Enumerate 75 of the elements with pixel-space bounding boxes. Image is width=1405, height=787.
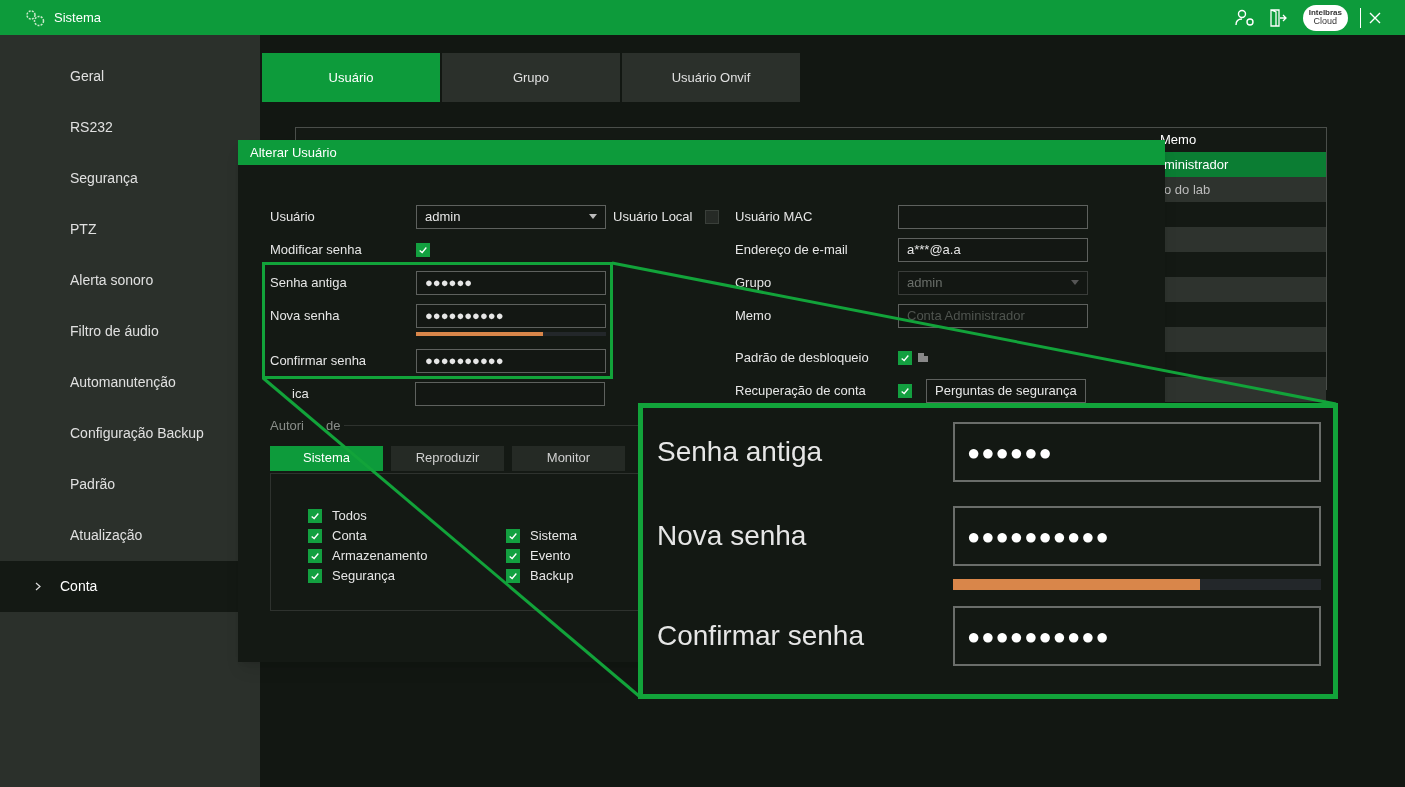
checkmark-icon [508,530,518,541]
field-label: Nova senha [270,306,341,325]
logout-icon[interactable] [1268,8,1287,27]
checkmark-icon [508,570,518,581]
field-label: Memo [735,306,773,325]
input-field[interactable]: ●●●●●● [953,422,1321,482]
checkbox[interactable] [308,508,322,523]
checkbox[interactable] [704,209,719,224]
tab[interactable]: Usuário [262,53,440,102]
permission-label: Evento [530,546,571,565]
checkbox[interactable] [506,528,520,543]
input-field[interactable]: ●●●●●●●●●● [953,606,1321,666]
cloud-logo[interactable]: Intelbras Cloud [1302,4,1348,31]
tab[interactable]: Grupo [442,53,620,102]
checkmark-icon [508,550,518,561]
checkmark-icon [310,510,320,521]
field-label: ica [292,384,309,403]
checkbox[interactable] [416,242,430,257]
checkmark-icon [310,530,320,541]
section-label: de [325,417,341,435]
window-title: Sistema [54,8,101,27]
field-label: Grupo [735,273,773,292]
section-label: Autori [270,417,304,435]
permission-label: Armazenamento [332,546,428,565]
field-label: Recuperação de conta [735,381,867,400]
chevron-right-icon [35,582,41,591]
input-field[interactable] [898,204,1088,229]
dropdown-caret-icon [589,214,597,219]
permission-label: Sistema [530,526,577,545]
field-label: Nova senha [657,519,808,553]
settings-icon [24,7,46,28]
checkbox[interactable] [308,548,322,563]
checkbox[interactable] [506,568,520,583]
permission-label: Segurança [332,566,395,585]
permission-label: Conta [332,526,367,545]
permission-label: Todos [332,506,367,525]
dialog-title: Alterar Usuário [238,140,1165,165]
input-field[interactable]: ●●●●●●●●●● [953,506,1321,566]
checkmark-icon [418,244,428,255]
input-field[interactable]: ●●●●●●●●●● [416,303,606,328]
close-icon[interactable] [1369,11,1381,24]
user-settings-icon[interactable] [1234,8,1257,27]
checkmark-icon [310,570,320,581]
tab[interactable]: Sistema [270,445,383,471]
dropdown-field[interactable]: admin [416,204,606,229]
field-label: Usuário [270,207,316,226]
input-field[interactable]: ●●●●●● [416,270,606,295]
field-label: Confirmar senha [657,619,865,653]
checkmark-icon [310,550,320,561]
checkbox[interactable] [506,548,520,563]
field-label: Senha antiga [657,435,824,469]
field-label: Modificar senha [270,240,363,259]
field-label: Senha antiga [270,273,348,292]
tab[interactable]: Reproduzir [391,445,504,471]
input-field[interactable]: ●●●●●●●●●● [416,348,606,373]
checkmark-icon [900,385,910,396]
field-label: Endereço de e-mail [735,240,849,259]
permission-label: Backup [530,566,574,585]
tab[interactable]: Usuário Onvif [622,53,800,102]
checkbox[interactable] [898,350,912,365]
checkbox[interactable] [308,528,322,543]
checkmark-icon [900,352,910,363]
field-label: Padrão de desbloqueio [735,348,870,367]
tab[interactable]: Monitor [512,445,625,471]
checkbox[interactable] [308,568,322,583]
input-field[interactable] [414,381,605,406]
input-field[interactable]: a***@a.a [898,237,1088,262]
field-label: Usuário Local [613,207,693,226]
sidebar-item[interactable]: Geral [0,51,260,102]
field-label: Confirmar senha [270,351,368,370]
input-field[interactable]: Perguntas de segurança [926,378,1086,403]
field-label: Usuário MAC [735,207,814,226]
checkbox[interactable] [898,383,912,398]
dropdown-caret-icon [1071,280,1079,285]
pattern-icon [918,353,928,362]
